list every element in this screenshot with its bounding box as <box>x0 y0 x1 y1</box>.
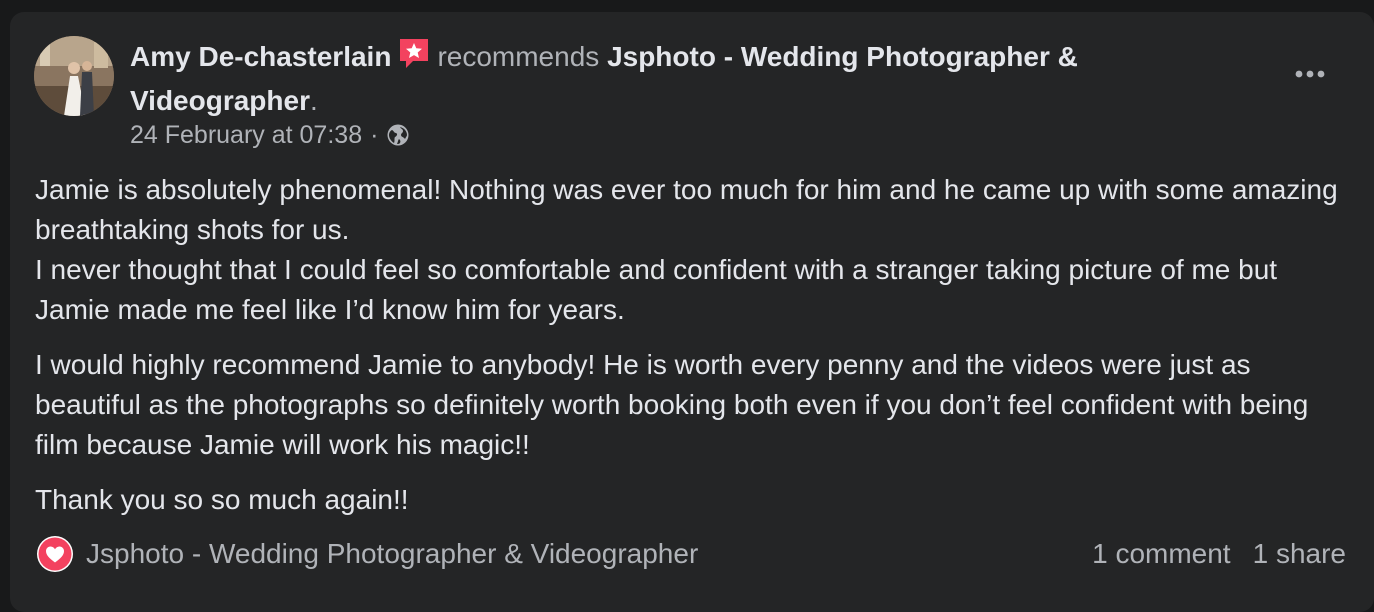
star-speech-bubble-icon <box>397 36 431 81</box>
post-header: Amy De-chasterlain recommends Jsphoto - … <box>130 36 1190 121</box>
post-paragraph: Jamie is absolutely phenomenal! Nothing … <box>35 174 1338 325</box>
comment-count[interactable]: 1 comment <box>1092 538 1231 569</box>
more-options-icon[interactable] <box>1290 64 1330 84</box>
avatar[interactable] <box>34 36 114 116</box>
post-body: Jamie is absolutely phenomenal! Nothing … <box>35 170 1355 535</box>
author-name[interactable]: Amy De-chasterlain <box>130 41 391 72</box>
reactor-name[interactable]: Jsphoto - Wedding Photographer & Videogr… <box>86 532 698 576</box>
post-card: Amy De-chasterlain recommends Jsphoto - … <box>10 12 1374 612</box>
recommends-verb: recommends <box>437 41 600 72</box>
engagement-counts: 1 comment 1 share <box>1092 532 1346 576</box>
share-count[interactable]: 1 share <box>1253 538 1346 569</box>
post-paragraph: I would highly recommend Jamie to anybod… <box>35 349 1309 460</box>
love-heart-icon[interactable] <box>36 535 74 573</box>
post-paragraph: Thank you so so much again!! <box>35 484 409 515</box>
meta-separator: · <box>370 121 379 149</box>
post-meta: 24 February at 07:38 · <box>130 120 410 150</box>
period: . <box>309 85 318 116</box>
timestamp[interactable]: 24 February at 07:38 <box>130 120 362 150</box>
globe-icon[interactable] <box>386 123 410 147</box>
post-footer: Jsphoto - Wedding Photographer & Videogr… <box>36 532 1346 576</box>
